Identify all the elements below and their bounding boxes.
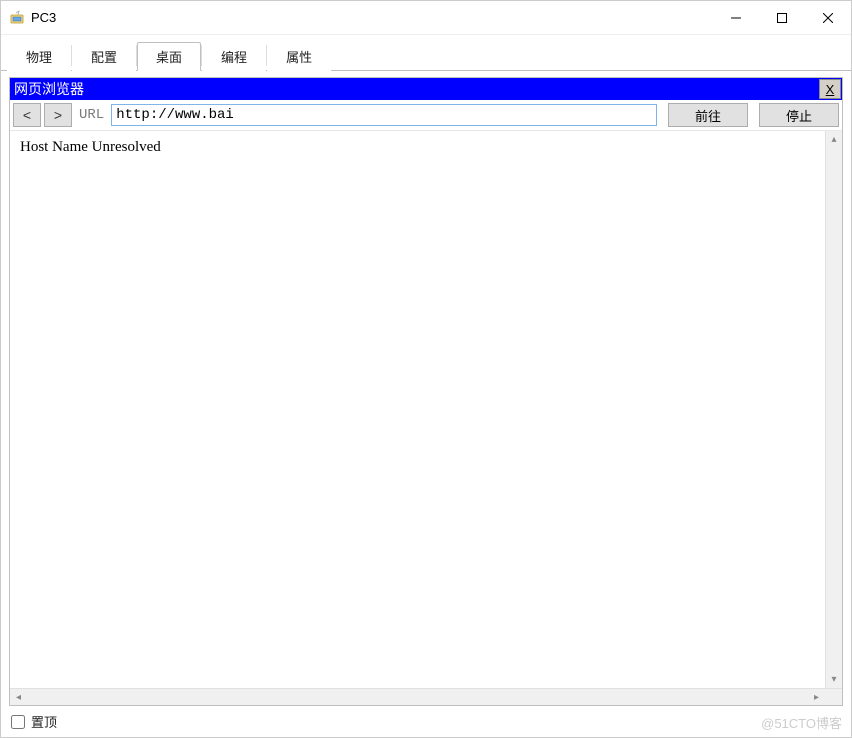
- tab-attributes[interactable]: 属性: [267, 42, 331, 71]
- scroll-corner: [825, 689, 842, 705]
- maximize-button[interactable]: [759, 1, 805, 34]
- titlebar: PC3: [1, 1, 851, 35]
- url-label: URL: [75, 107, 108, 123]
- pin-checkbox[interactable]: [11, 715, 25, 729]
- tab-bar: 物理 配置 桌面 编程 属性: [1, 35, 851, 71]
- footer: 置顶: [1, 706, 851, 737]
- browser-body: Host Name Unresolved ▴ ▾: [10, 131, 842, 688]
- content-area: 网页浏览器 X < > URL 前往 停止 Host Name Unresolv…: [1, 71, 851, 706]
- minimize-icon: [731, 13, 741, 23]
- minimize-button[interactable]: [713, 1, 759, 34]
- scroll-right-icon: ▸: [808, 689, 825, 705]
- window-controls: [713, 1, 851, 34]
- tab-programming[interactable]: 编程: [202, 42, 266, 71]
- pin-label: 置顶: [31, 712, 57, 731]
- close-button[interactable]: [805, 1, 851, 34]
- close-icon: [823, 13, 833, 23]
- browser-panel: 网页浏览器 X < > URL 前往 停止 Host Name Unresolv…: [9, 77, 843, 706]
- maximize-icon: [777, 13, 787, 23]
- page-content: Host Name Unresolved: [10, 131, 825, 688]
- app-window: PC3 物理 配置 桌面 编程 属性 网页浏览器 X: [0, 0, 852, 738]
- window-title: PC3: [31, 10, 713, 25]
- back-button[interactable]: <: [13, 103, 41, 127]
- browser-header-title: 网页浏览器: [14, 79, 818, 99]
- tab-physical[interactable]: 物理: [7, 42, 71, 71]
- app-icon: [9, 10, 25, 26]
- browser-toolbar: < > URL 前往 停止: [10, 100, 842, 131]
- tab-desktop[interactable]: 桌面: [137, 42, 201, 71]
- tab-config[interactable]: 配置: [72, 42, 136, 71]
- forward-button[interactable]: >: [44, 103, 72, 127]
- scroll-left-icon: ◂: [10, 689, 27, 705]
- scroll-track: [27, 689, 808, 705]
- url-input[interactable]: [111, 104, 657, 126]
- scroll-up-icon: ▴: [826, 131, 842, 148]
- back-icon: <: [23, 107, 31, 123]
- forward-icon: >: [54, 107, 62, 123]
- browser-header: 网页浏览器 X: [10, 78, 842, 100]
- go-button[interactable]: 前往: [668, 103, 748, 127]
- stop-button[interactable]: 停止: [759, 103, 839, 127]
- browser-close-button[interactable]: X: [819, 79, 841, 99]
- scroll-down-icon: ▾: [826, 671, 842, 688]
- vertical-scrollbar[interactable]: ▴ ▾: [825, 131, 842, 688]
- horizontal-scrollbar[interactable]: ◂ ▸: [10, 688, 842, 705]
